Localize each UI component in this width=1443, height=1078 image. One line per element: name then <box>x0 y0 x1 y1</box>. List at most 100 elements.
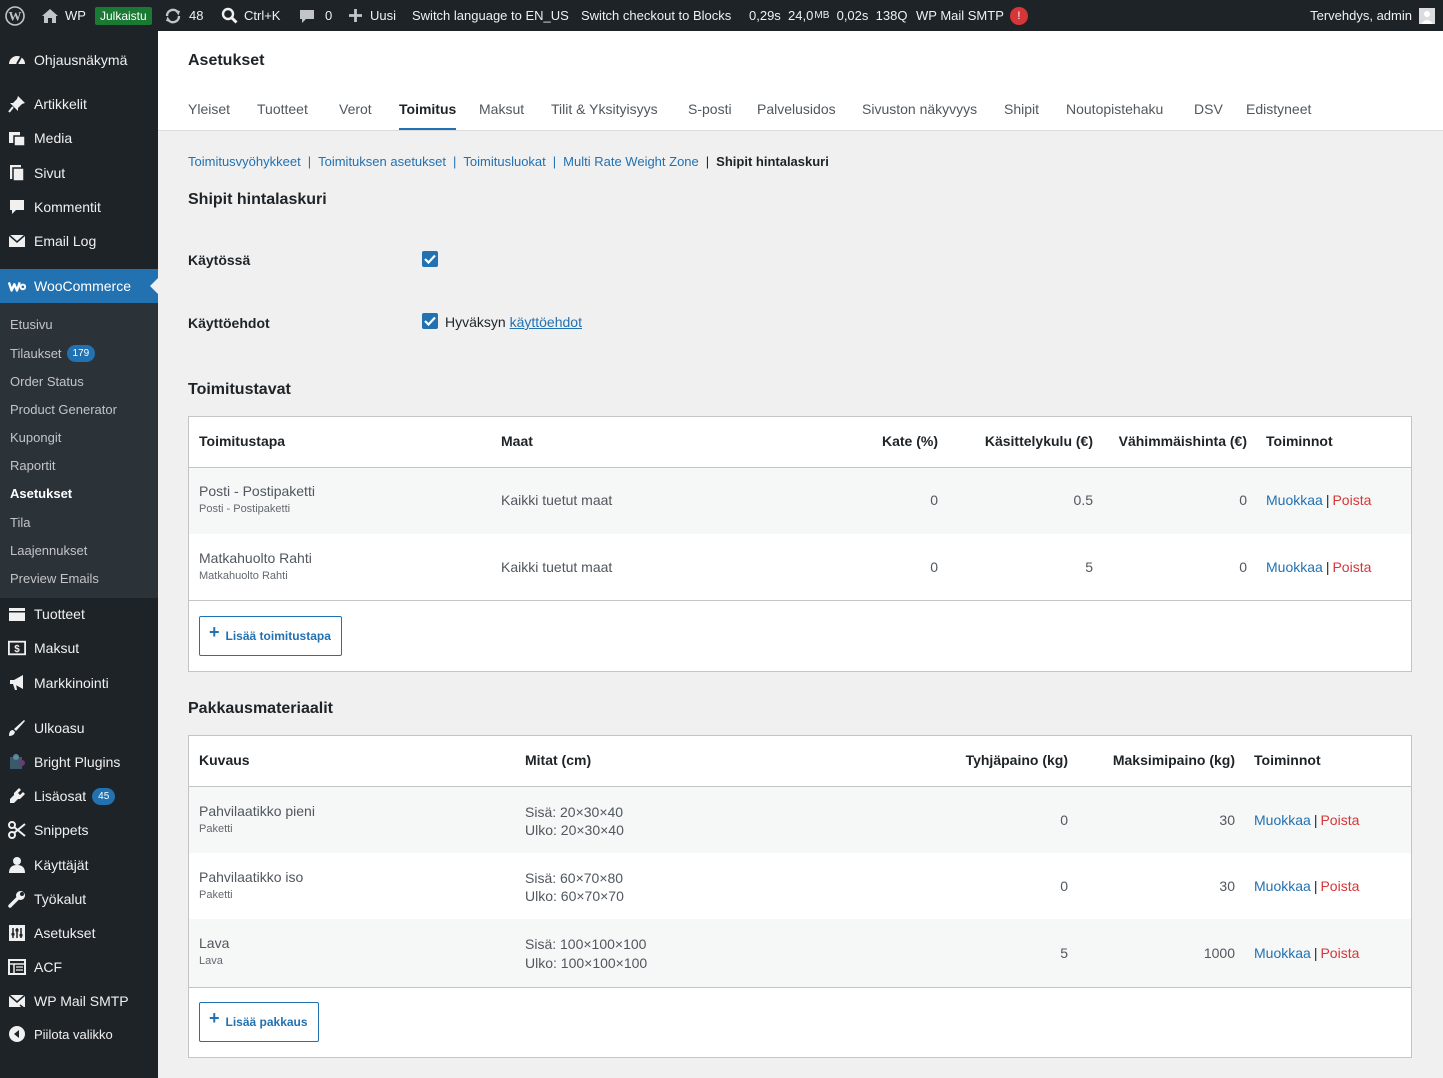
menu-item-label: Snippets <box>34 822 89 838</box>
wordpress-logo-icon[interactable]: W <box>5 0 25 31</box>
admin-sidebar: Ohjausnäkymä Artikkelit Media Sivut Komm… <box>0 31 158 1078</box>
menu-item-label: Artikkelit <box>34 96 87 112</box>
tab-dsv[interactable]: DSV <box>1194 101 1223 128</box>
menu-item-comments[interactable]: Kommentit <box>0 190 158 224</box>
outer-dimensions: Ulko: 20×30×40 <box>525 822 624 838</box>
query-monitor-link[interactable]: 0,29s 24,0 MB 0,02s 138Q <box>749 0 907 31</box>
menu-item-appearance[interactable]: Ulkoasu <box>0 711 158 745</box>
add-package-button[interactable]: + Lisää pakkaus <box>199 1002 319 1042</box>
tab-integration[interactable]: Palvelusidos <box>757 101 836 128</box>
tab-accounts-privacy[interactable]: Tilit & Yksityisyys <box>551 101 658 128</box>
edit-link[interactable]: Muokkaa <box>1266 559 1323 575</box>
menu-item-settings[interactable]: Asetukset <box>0 916 158 950</box>
menu-item-dashboard[interactable]: Ohjausnäkymä <box>0 43 158 77</box>
separator: | <box>453 154 457 169</box>
menu-item-tools[interactable]: Työkalut <box>0 882 158 916</box>
delete-link[interactable]: Poista <box>1320 945 1359 961</box>
add-shipping-method-button[interactable]: + Lisää toimitustapa <box>199 616 342 656</box>
section-title: Shipit hintalaskuri <box>188 191 327 208</box>
menu-item-media[interactable]: Media <box>0 121 158 155</box>
menu-item-label: Media <box>34 130 73 146</box>
comments-link[interactable]: 0 <box>299 0 332 31</box>
search-link[interactable]: Ctrl+K <box>221 0 280 31</box>
terms-checkbox[interactable] <box>422 313 438 329</box>
link-multi-rate-weight-zone[interactable]: Multi Rate Weight Zone <box>563 154 699 169</box>
tab-products[interactable]: Tuotteet <box>257 101 308 128</box>
link-shipping-zones[interactable]: Toimitusvyöhykkeet <box>188 154 301 169</box>
tab-pickup-search[interactable]: Noutopistehaku <box>1066 101 1163 128</box>
separator: | <box>1325 559 1330 575</box>
tab-email[interactable]: S-posti <box>688 101 732 128</box>
delete-link[interactable]: Poista <box>1332 492 1371 508</box>
menu-item-payments[interactable]: $ Maksut <box>0 631 158 665</box>
submenu-item-reports[interactable]: Raportit <box>10 458 56 473</box>
tab-shipping[interactable]: Toimitus <box>399 101 457 130</box>
menu-item-snippets[interactable]: Snippets <box>0 813 158 847</box>
menu-item-label: Tuotteet <box>34 606 85 622</box>
terms-link[interactable]: käyttöehdot <box>510 314 582 330</box>
menu-item-label: Asetukset <box>34 925 96 941</box>
menu-item-posts[interactable]: Artikkelit <box>0 87 158 121</box>
edit-link[interactable]: Muokkaa <box>1254 812 1311 828</box>
submenu-item-orders[interactable]: Tilaukset 179 <box>10 345 96 362</box>
link-shipping-classes[interactable]: Toimitusluokat <box>463 154 545 169</box>
submenu-item-product-generator[interactable]: Product Generator <box>10 402 117 417</box>
delete-link[interactable]: Poista <box>1320 812 1359 828</box>
collapse-menu-button[interactable]: Piilota valikko <box>0 1017 158 1051</box>
inner-dimensions: Sisä: 100×100×100 <box>525 936 647 952</box>
settings-header: Asetukset Yleiset Tuotteet Verot Toimitu… <box>158 31 1443 131</box>
menu-item-bright-plugins[interactable]: Bright Plugins <box>0 745 158 779</box>
edit-link[interactable]: Muokkaa <box>1254 945 1311 961</box>
menu-item-acf[interactable]: ACF <box>0 950 158 984</box>
email-icon <box>8 232 26 250</box>
menu-item-products[interactable]: Tuotteet <box>0 597 158 631</box>
updates-link[interactable]: 48 <box>164 0 203 31</box>
menu-item-pages[interactable]: Sivut <box>0 156 158 190</box>
site-name-link[interactable]: WP <box>41 0 86 31</box>
submenu-item-coupons[interactable]: Kupongit <box>10 430 61 445</box>
submenu-item-order-status[interactable]: Order Status <box>10 374 84 389</box>
refresh-icon <box>164 7 182 25</box>
tab-payments[interactable]: Maksut <box>479 101 524 128</box>
menu-item-plugins[interactable]: Lisäosat 45 <box>0 779 158 813</box>
greeting: Tervehdys, admin <box>1310 8 1412 23</box>
switch-checkout-link[interactable]: Switch checkout to Blocks <box>581 0 731 31</box>
tab-advanced[interactable]: Edistyneet <box>1246 101 1311 128</box>
submenu-item-home[interactable]: Etusivu <box>10 317 53 332</box>
new-content-link[interactable]: Uusi <box>348 0 396 31</box>
menu-item-label: Email Log <box>34 233 97 249</box>
wp-mail-smtp-link[interactable]: WP Mail SMTP ! <box>916 0 1028 31</box>
menu-item-wp-mail-smtp[interactable]: WP Mail SMTP <box>0 984 158 1018</box>
menu-item-marketing[interactable]: Markkinointi <box>0 666 158 700</box>
package-name: Pahvilaatikko pieni <box>199 803 315 819</box>
submenu-item-settings[interactable]: Asetukset <box>10 486 72 501</box>
menu-item-woocommerce[interactable]: WooCommerce <box>0 269 158 303</box>
menu-item-email-log[interactable]: Email Log <box>0 224 158 258</box>
delete-link[interactable]: Poista <box>1320 878 1359 894</box>
handling-cell: 0.5 <box>1073 492 1093 508</box>
account-menu[interactable]: Tervehdys, admin <box>1310 0 1435 31</box>
actions-cell: Muokkaa | Poista <box>1254 812 1359 828</box>
submenu-item-extensions[interactable]: Laajennukset <box>10 543 87 558</box>
puzzle-icon <box>8 753 26 771</box>
tab-general[interactable]: Yleiset <box>188 101 230 128</box>
edit-link[interactable]: Muokkaa <box>1254 878 1311 894</box>
edit-link[interactable]: Muokkaa <box>1266 492 1323 508</box>
wrench-icon <box>8 890 26 908</box>
tab-site-visibility[interactable]: Sivuston näkyvyys <box>862 101 977 128</box>
switch-language-link[interactable]: Switch language to EN_US <box>412 0 569 31</box>
page-title: Asetukset <box>188 52 265 69</box>
tab-shipit[interactable]: Shipit <box>1004 101 1039 128</box>
submenu-item-status[interactable]: Tila <box>10 515 30 530</box>
search-icon <box>221 7 238 24</box>
submenu-item-preview-emails[interactable]: Preview Emails <box>10 571 99 586</box>
separator: | <box>1313 945 1318 961</box>
woocommerce-icon <box>8 277 26 295</box>
menu-item-users[interactable]: Käyttäjät <box>0 848 158 882</box>
enabled-checkbox[interactable] <box>422 251 438 267</box>
current-section: Shipit hintalaskuri <box>716 154 829 169</box>
link-shipping-settings[interactable]: Toimituksen asetukset <box>318 154 446 169</box>
tab-tax[interactable]: Verot <box>339 101 372 128</box>
delete-link[interactable]: Poista <box>1332 559 1371 575</box>
method-name: Posti - Postipaketti <box>199 483 315 499</box>
